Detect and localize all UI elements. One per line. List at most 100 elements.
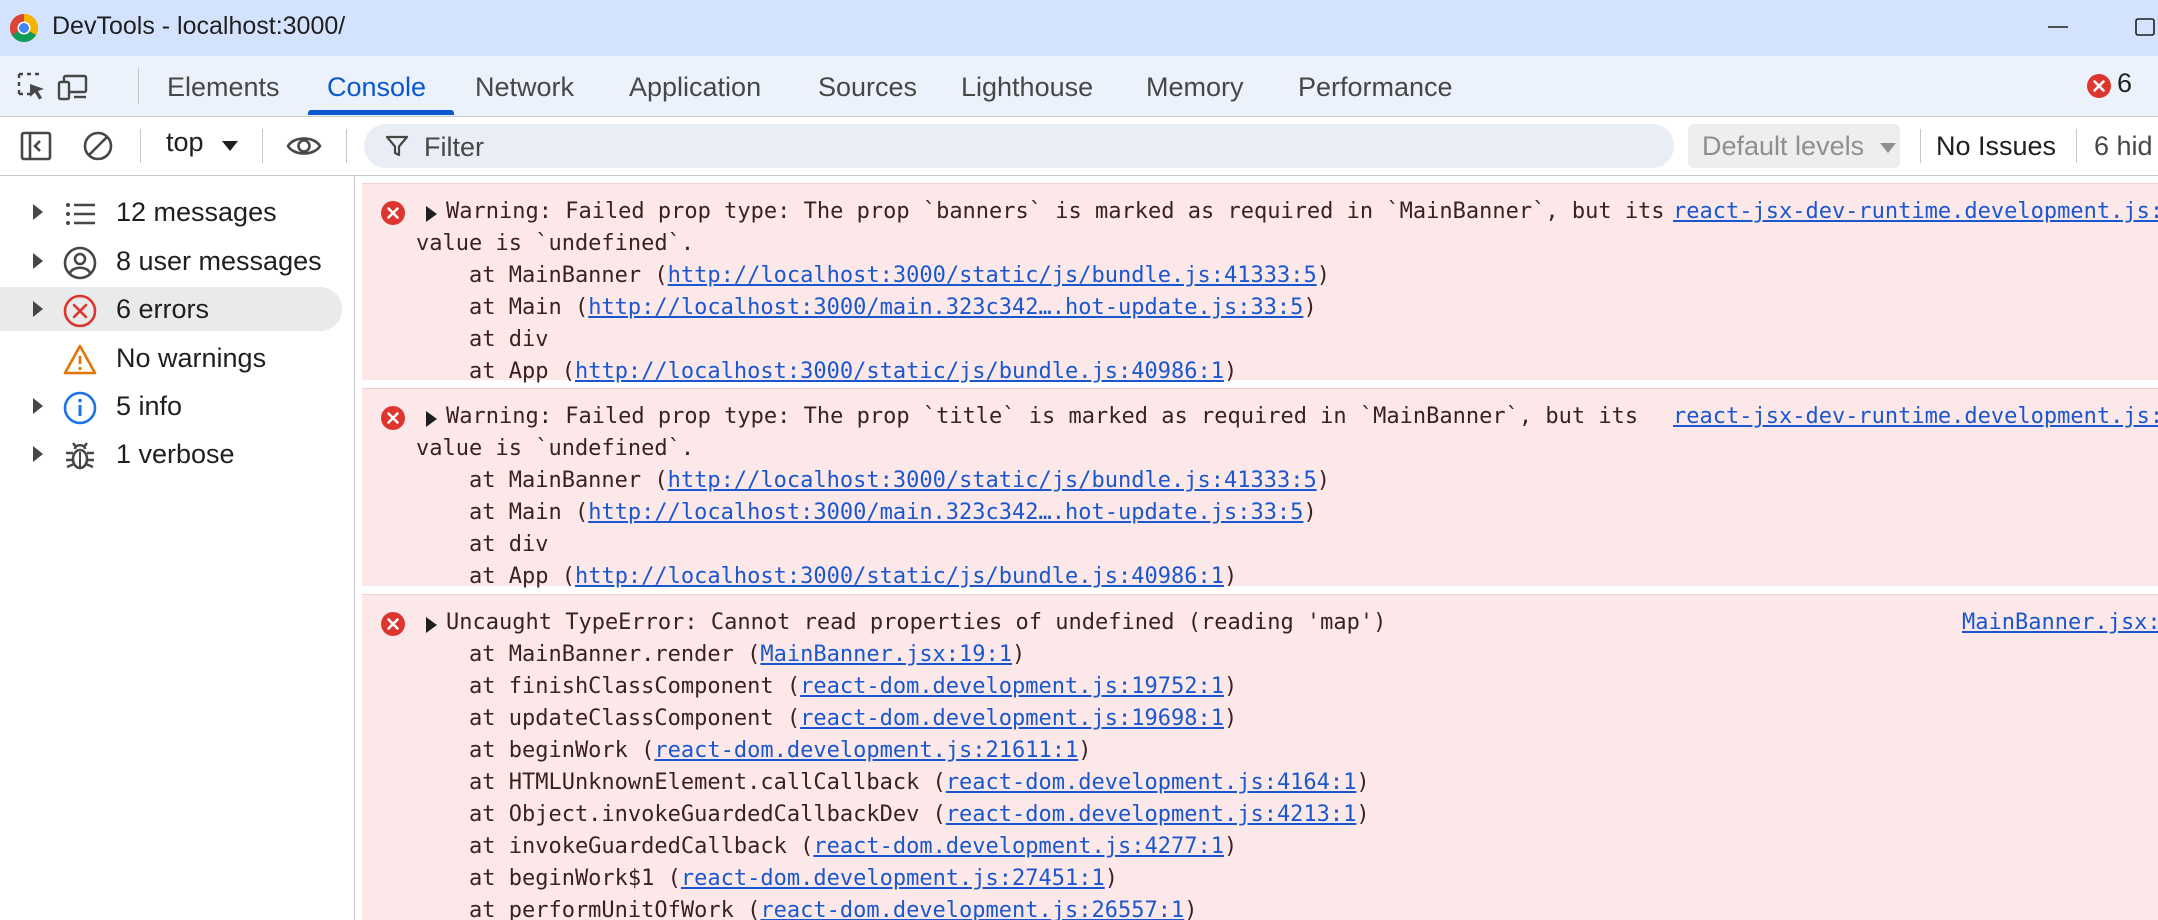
stack-link[interactable]: http://localhost:3000/main.323c342….hot-…: [588, 295, 1303, 320]
error-icon: [381, 612, 405, 636]
filter-box[interactable]: [364, 124, 1674, 168]
stack-frame: at App (http://localhost:3000/static/js/…: [416, 564, 1238, 589]
inspect-element-icon[interactable]: [15, 70, 49, 104]
tab-application[interactable]: Application: [629, 56, 761, 116]
stack-frame: at beginWork$1 (react-dom.development.js…: [416, 866, 1118, 891]
stack-frame: at performUnitOfWork (react-dom.developm…: [416, 896, 1198, 920]
toolbar-separator: [2076, 129, 2077, 163]
stack-link[interactable]: react-dom.development.js:21611:1: [654, 738, 1078, 763]
sidebar-item-label: 12 messages: [116, 197, 277, 227]
tab-memory[interactable]: Memory: [1146, 56, 1244, 116]
chevron-down-icon[interactable]: [222, 141, 238, 151]
console-messages: Warning: Failed prop type: The prop `ban…: [362, 176, 2158, 920]
sidebar-item-label: 8 user messages: [116, 246, 322, 276]
sidebar-item-user-messages[interactable]: 8 user messages: [0, 239, 344, 283]
stack-link[interactable]: MainBanner.jsx:19:1: [760, 642, 1012, 667]
expand-arrow-icon[interactable]: [33, 446, 43, 462]
error-icon: [381, 406, 405, 430]
info-icon: [63, 391, 97, 425]
tab-sources[interactable]: Sources: [818, 56, 917, 116]
stack-link[interactable]: react-dom.development.js:4277:1: [813, 834, 1224, 859]
sidebar-item-warnings[interactable]: No warnings: [0, 336, 344, 380]
stack-frame: at updateClassComponent (react-dom.devel…: [416, 706, 1238, 731]
stack-frame: at div: [416, 327, 549, 352]
error-icon: [63, 294, 97, 328]
console-message-error[interactable]: Uncaught TypeError: Cannot read properti…: [362, 594, 2158, 920]
clear-console-icon[interactable]: [80, 128, 116, 164]
stack-link[interactable]: react-dom.development.js:26557:1: [760, 898, 1184, 920]
source-link[interactable]: MainBanner.jsx:: [1962, 608, 2158, 638]
stack-link[interactable]: react-dom.development.js:4164:1: [946, 770, 1357, 795]
expand-arrow-icon[interactable]: [33, 253, 43, 269]
error-count-icon[interactable]: [2086, 73, 2112, 99]
chrome-logo-icon: [10, 14, 38, 42]
sidebar-item-messages[interactable]: 12 messages: [0, 190, 344, 234]
stack-frame: at finishClassComponent (react-dom.devel…: [416, 674, 1238, 699]
stack-link[interactable]: http://localhost:3000/static/js/bundle.j…: [668, 468, 1317, 493]
source-link[interactable]: react-jsx-dev-runtime.development.js:: [1673, 402, 2158, 432]
toolbar-separator: [262, 129, 263, 163]
stack-link[interactable]: http://localhost:3000/static/js/bundle.j…: [668, 263, 1317, 288]
stack-frame: at App (http://localhost:3000/static/js/…: [416, 359, 1238, 384]
eye-icon[interactable]: [286, 128, 322, 164]
stack-frame: at Object.invokeGuardedCallbackDev (reac…: [416, 802, 1370, 827]
minimize-icon[interactable]: [2046, 14, 2072, 40]
user-icon: [63, 246, 97, 280]
sidebar-toggle-icon[interactable]: [18, 128, 54, 164]
stack-link[interactable]: http://localhost:3000/main.323c342….hot-…: [588, 500, 1303, 525]
issues-button[interactable]: No Issues: [1936, 131, 2056, 162]
console-toolbar: top Default levels No Issues 6 hid: [0, 117, 2158, 176]
sidebar-item-errors[interactable]: 6 errors: [0, 287, 342, 331]
message-text: Warning: Failed prop type: The prop `ban…: [446, 199, 1665, 224]
stack-frame: at beginWork (react-dom.development.js:2…: [416, 738, 1092, 763]
expand-arrow-icon[interactable]: [426, 411, 437, 427]
stack-link[interactable]: http://localhost:3000/static/js/bundle.j…: [575, 359, 1224, 384]
stack-link[interactable]: react-dom.development.js:4213:1: [946, 802, 1357, 827]
stack-frame: at Main (http://localhost:3000/main.323c…: [416, 295, 1317, 320]
filter-input[interactable]: [422, 128, 1656, 166]
expand-arrow-icon[interactable]: [33, 398, 43, 414]
stack-frame: at invokeGuardedCallback (react-dom.deve…: [416, 834, 1238, 859]
tab-console[interactable]: Console: [327, 56, 426, 116]
expand-arrow-icon[interactable]: [33, 301, 43, 317]
message-text: Uncaught TypeError: Cannot read properti…: [446, 610, 1387, 635]
hidden-messages-count: 6 hid: [2094, 131, 2153, 161]
stack-link[interactable]: react-dom.development.js:19698:1: [800, 706, 1224, 731]
stack-frame: at MainBanner (http://localhost:3000/sta…: [416, 263, 1330, 288]
active-tab-indicator: [308, 110, 454, 115]
stack-link[interactable]: react-dom.development.js:19752:1: [800, 674, 1224, 699]
expand-arrow-icon[interactable]: [33, 204, 43, 220]
console-message-error[interactable]: Warning: Failed prop type: The prop `ban…: [362, 183, 2158, 384]
stack-frame: at div: [416, 532, 549, 557]
expand-arrow-icon[interactable]: [426, 206, 437, 222]
stack-link[interactable]: http://localhost:3000/static/js/bundle.j…: [575, 564, 1224, 589]
sidebar-item-info[interactable]: 5 info: [0, 384, 344, 428]
expand-arrow-icon[interactable]: [426, 617, 437, 633]
tab-performance[interactable]: Performance: [1298, 56, 1453, 116]
tab-network[interactable]: Network: [475, 56, 574, 116]
window-title: DevTools - localhost:3000/: [52, 12, 346, 40]
sidebar-item-verbose[interactable]: 1 verbose: [0, 432, 344, 476]
source-link[interactable]: react-jsx-dev-runtime.development.js:: [1673, 197, 2158, 227]
bug-icon: [66, 442, 94, 470]
tab-lighthouse[interactable]: Lighthouse: [961, 56, 1093, 116]
warning-icon: [63, 344, 97, 375]
message-text: Warning: Failed prop type: The prop `tit…: [446, 404, 1639, 429]
message-text: value is `undefined`.: [416, 436, 695, 461]
console-message-error[interactable]: Warning: Failed prop type: The prop `tit…: [362, 388, 2158, 589]
context-selector[interactable]: top: [166, 127, 204, 158]
stack-link[interactable]: react-dom.development.js:27451:1: [681, 866, 1105, 891]
tab-elements[interactable]: Elements: [167, 56, 280, 116]
error-count[interactable]: 6: [2117, 68, 2132, 99]
stack-frame: at MainBanner (http://localhost:3000/sta…: [416, 468, 1330, 493]
error-icon: [381, 201, 405, 225]
device-toolbar-icon[interactable]: [56, 70, 90, 104]
console-sidebar: 12 messages 8 user messages 6 errors No …: [0, 176, 355, 920]
tabbar-separator: [138, 68, 139, 104]
filter-icon: [385, 135, 409, 157]
sidebar-item-label: 6 errors: [116, 294, 210, 324]
stack-frame: at HTMLUnknownElement.callCallback (reac…: [416, 770, 1370, 795]
devtools-tab-bar: Elements Console Network Application Sou…: [0, 56, 2158, 117]
maximize-icon[interactable]: [2132, 14, 2158, 40]
log-levels-dropdown[interactable]: Default levels: [1688, 124, 1900, 168]
